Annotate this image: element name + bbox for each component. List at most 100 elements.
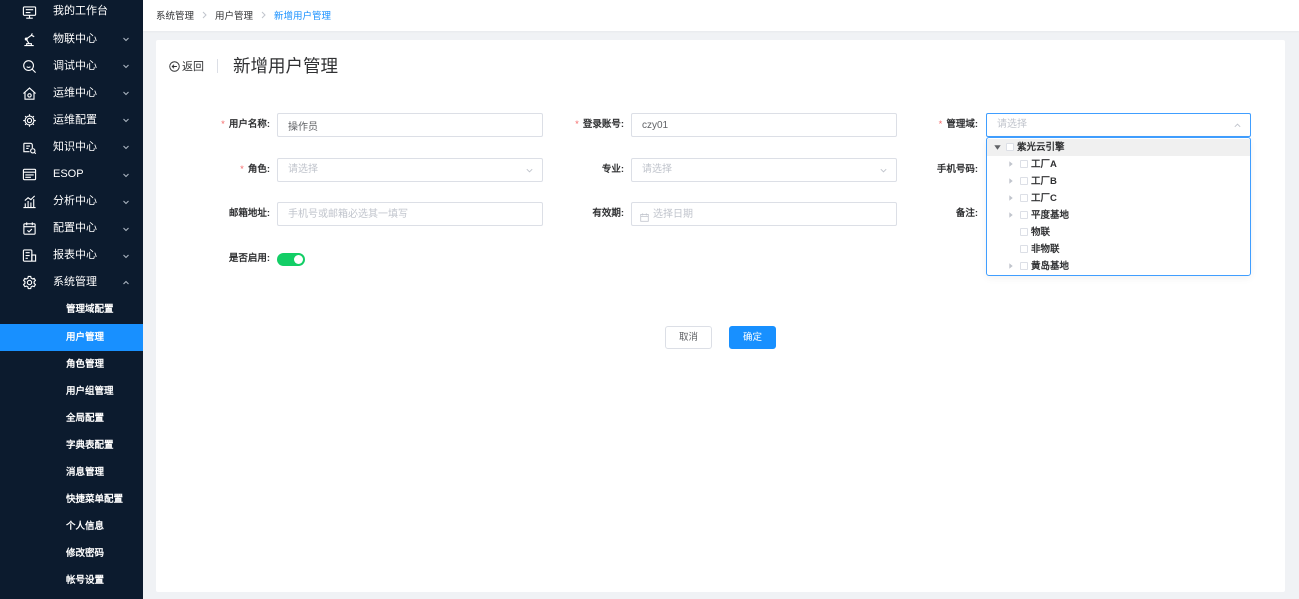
sidebar-menu: 我的工作台 物联中心 调试中心 运维中心 运维配置 知识中心 ESOP 分析中心… xyxy=(0,0,143,595)
sidebar-subitem-shortcut-menu-config[interactable]: 快捷菜单配置 xyxy=(0,486,143,513)
tree-checkbox[interactable] xyxy=(1020,211,1028,219)
login-account-label-text: 登录账号: xyxy=(582,119,624,130)
sidebar-subitem-global-config[interactable]: 全局配置 xyxy=(0,405,143,432)
required-mark: * xyxy=(575,119,579,130)
sidebar-item-label: 调试中心 xyxy=(53,59,97,72)
sidebar-subitem-label: 快捷菜单配置 xyxy=(66,494,124,506)
caret-right-icon[interactable] xyxy=(1009,195,1013,201)
sidebar-item-system-management[interactable]: 系统管理 xyxy=(0,269,143,296)
knowledge-book-icon xyxy=(22,140,37,155)
role-label-text: 角色: xyxy=(247,164,270,175)
chevron-down-icon xyxy=(122,35,130,43)
sidebar-item-label: ESOP xyxy=(53,168,84,181)
tree-node-label: 工厂C xyxy=(1031,192,1057,204)
breadcrumb-item-system-management[interactable]: 系统管理 xyxy=(156,8,194,22)
tree-checkbox[interactable] xyxy=(1020,262,1028,270)
gear-icon xyxy=(22,113,37,128)
tree-node[interactable]: 紫光云引擎 xyxy=(987,138,1250,156)
breadcrumb-item-user-management[interactable]: 用户管理 xyxy=(215,8,253,22)
tree-node[interactable]: 工厂A xyxy=(987,156,1250,173)
sidebar-subitem-user-management[interactable]: 用户管理 xyxy=(0,323,143,351)
caret-right-icon[interactable] xyxy=(1009,212,1013,218)
tree-node[interactable]: 工厂C xyxy=(987,190,1250,207)
chevron-right-icon xyxy=(202,11,207,19)
tree-node[interactable]: 工厂B xyxy=(987,173,1250,190)
sidebar-item-operations-center[interactable]: 运维中心 xyxy=(0,80,143,107)
switch-knob xyxy=(293,255,303,264)
back-button[interactable]: 返回 xyxy=(169,58,204,74)
sidebar-item-debug-center[interactable]: 调试中心 xyxy=(0,53,143,80)
caret-down-icon[interactable] xyxy=(993,144,1001,150)
tree-node[interactable]: 非物联 xyxy=(987,241,1250,258)
sidebar-item-label: 我的工作台 xyxy=(53,5,108,18)
sidebar-subitem-message-management[interactable]: 消息管理 xyxy=(0,459,143,486)
tree-checkbox[interactable] xyxy=(1020,194,1028,202)
tree-node[interactable]: 物联 xyxy=(987,224,1250,241)
breadcrumb-item-current: 新增用户管理 xyxy=(274,11,332,22)
tree-node[interactable]: 平度基地 xyxy=(987,207,1250,224)
sidebar-item-iot-center[interactable]: 物联中心 xyxy=(0,26,143,53)
calendar-icon xyxy=(640,209,649,222)
sidebar-subitem-personal-info[interactable]: 个人信息 xyxy=(0,513,143,540)
chevron-up-icon xyxy=(122,279,130,287)
confirm-button[interactable]: 确定 xyxy=(729,326,776,349)
username-label-text: 用户名称: xyxy=(228,119,270,130)
tree-checkbox[interactable] xyxy=(1020,160,1028,168)
sidebar-item-report-center[interactable]: 报表中心 xyxy=(0,242,143,269)
tree-checkbox[interactable] xyxy=(1020,177,1028,185)
robot-arm-icon xyxy=(22,32,37,47)
sidebar-subitem-account-settings[interactable]: 帐号设置 xyxy=(0,567,143,594)
report-icon xyxy=(22,248,37,263)
sidebar-subitem-domain-config[interactable]: 管理域配置 xyxy=(0,296,143,323)
caret-right-icon[interactable] xyxy=(1009,161,1013,167)
tree-node-label: 平度基地 xyxy=(1031,209,1070,221)
cancel-button[interactable]: 取消 xyxy=(665,326,712,349)
chevron-down-icon xyxy=(122,225,130,233)
domain-tree: 紫光云引擎 工厂A 工厂B 工厂C 平度基地 物联 非物联 黄岛基地 xyxy=(987,138,1250,275)
required-mark: * xyxy=(240,164,244,175)
top-bar: 系统管理 用户管理 新增用户管理 xyxy=(143,0,1299,31)
tree-node[interactable]: 黄岛基地 xyxy=(987,258,1250,275)
sidebar-item-label: 物联中心 xyxy=(53,32,97,45)
tree-checkbox[interactable] xyxy=(1020,228,1028,236)
config-calendar-icon xyxy=(22,221,37,236)
sidebar-subitem-user-group-management[interactable]: 用户组管理 xyxy=(0,378,143,405)
caret-right-icon[interactable] xyxy=(1009,178,1013,184)
required-mark: * xyxy=(938,119,943,130)
tree-node-label: 物联 xyxy=(1031,226,1051,238)
sidebar-subitem-label: 修改密码 xyxy=(66,548,105,560)
sidebar-item-operations-config[interactable]: 运维配置 xyxy=(0,107,143,134)
sidebar-item-esop[interactable]: ESOP xyxy=(0,161,143,188)
sidebar-item-label: 运维中心 xyxy=(53,86,97,99)
sidebar-subitem-change-password[interactable]: 修改密码 xyxy=(0,540,143,567)
bar-chart-icon xyxy=(22,194,37,209)
sidebar-item-analysis-center[interactable]: 分析中心 xyxy=(0,188,143,215)
caret-right-icon[interactable] xyxy=(1009,263,1013,269)
settings-gear-icon xyxy=(22,275,37,290)
enabled-switch[interactable] xyxy=(277,253,305,266)
sidebar: 我的工作台 物联中心 调试中心 运维中心 运维配置 知识中心 ESOP 分析中心… xyxy=(0,0,143,599)
role-label: * 角色: xyxy=(150,158,270,182)
page-title: 新增用户管理 xyxy=(233,56,338,76)
chevron-right-icon xyxy=(261,11,266,19)
sidebar-subitem-label: 消息管理 xyxy=(66,467,105,479)
sidebar-item-label: 分析中心 xyxy=(53,195,97,208)
enabled-label: 是否启用: xyxy=(228,253,270,264)
management-domain-select[interactable]: 请选择 xyxy=(986,113,1251,137)
sidebar-subitem-label: 全局配置 xyxy=(66,412,105,424)
sidebar-subitem-dictionary-config[interactable]: 字典表配置 xyxy=(0,432,143,459)
sidebar-subitem-role-management[interactable]: 角色管理 xyxy=(0,351,143,378)
breadcrumb: 系统管理 用户管理 新增用户管理 xyxy=(156,0,331,30)
sidebar-item-workbench[interactable]: 我的工作台 xyxy=(0,0,143,26)
sidebar-item-label: 知识中心 xyxy=(53,140,97,153)
sidebar-item-knowledge-center[interactable]: 知识中心 xyxy=(0,134,143,161)
tree-checkbox[interactable] xyxy=(1006,143,1014,151)
required-mark: * xyxy=(221,119,225,130)
chevron-down-icon xyxy=(122,252,130,260)
chevron-down-icon xyxy=(122,171,130,179)
monitor-icon xyxy=(22,5,37,20)
sidebar-item-config-center[interactable]: 配置中心 xyxy=(0,215,143,242)
management-domain-tree-dropdown: 紫光云引擎 工厂A 工厂B 工厂C 平度基地 物联 非物联 黄岛基地 xyxy=(986,137,1251,276)
chevron-up-icon xyxy=(1233,121,1242,130)
tree-checkbox[interactable] xyxy=(1020,245,1028,253)
